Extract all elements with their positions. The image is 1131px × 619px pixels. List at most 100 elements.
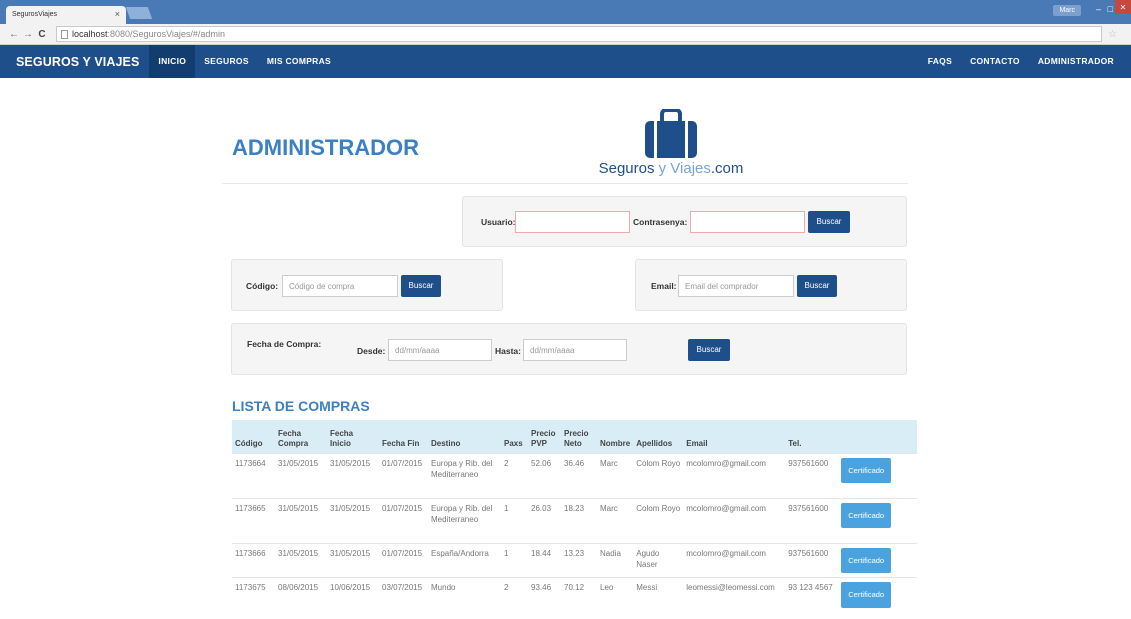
site-navbar: SEGUROS Y VIAJES INICIO SEGUROS MIS COMP… (0, 45, 1131, 78)
logo-text-com: .com (710, 160, 744, 177)
certificado-button[interactable]: Certificado (841, 502, 892, 528)
cell-precio-pvp: 26.03 (528, 497, 561, 543)
new-tab-button[interactable] (125, 7, 153, 19)
col-header: Código (235, 438, 263, 448)
maximize-icon[interactable]: □ (1108, 4, 1113, 14)
browser-user-badge[interactable]: Marc (1053, 5, 1081, 16)
codigo-input[interactable]: Código de compra (282, 275, 398, 297)
certificado-button[interactable]: Certificado (841, 547, 892, 573)
nav-inicio[interactable]: INICIO (149, 45, 196, 78)
code-search-panel: Código: Código de compra Buscar (231, 259, 503, 311)
tab-close-icon[interactable]: × (115, 9, 120, 19)
cell-codigo: 1173666 (232, 542, 275, 578)
cell-apellidos: Agudo Naser (633, 542, 684, 578)
fecha-buscar-button[interactable]: Buscar (688, 339, 730, 361)
cell-fecha-compra: 31/05/2015 (275, 542, 327, 578)
usuario-label: Usuario: (481, 217, 516, 227)
usuario-input[interactable] (515, 211, 630, 233)
cell-tel: 937561600 (785, 497, 839, 543)
cell-nombre: Nadia (597, 542, 634, 578)
login-buscar-button[interactable]: Buscar (808, 211, 850, 233)
col-header: Fecha Compra (278, 428, 309, 448)
desde-label: Desde: (357, 346, 386, 356)
table-row: 1173665 31/05/2015 31/05/2015 01/07/2015… (232, 497, 917, 543)
forward-icon[interactable]: → (22, 29, 34, 40)
col-header: Fecha Inicio (330, 428, 354, 448)
col-header: Destino (431, 438, 461, 448)
hasta-date-input[interactable]: dd/mm/aaaa (523, 339, 627, 361)
tab-title: SegurosViajes (12, 11, 58, 18)
bookmark-star-icon[interactable]: ☆ (1108, 29, 1117, 40)
hasta-label: Hasta: (495, 346, 521, 356)
email-buscar-button[interactable]: Buscar (797, 275, 837, 297)
cell-destino: España/Andorra (428, 542, 501, 578)
logo-text-y-viajes: y Viajes (654, 160, 711, 177)
cell-fecha-compra: 31/05/2015 (275, 452, 327, 498)
table-row: 1173666 31/05/2015 31/05/2015 01/07/2015… (232, 542, 917, 578)
table-header-row: Código Fecha Compra Fecha Inicio Fecha F… (232, 420, 917, 453)
contrasenya-label: Contrasenya: (633, 217, 688, 227)
cell-fecha-fin: 01/07/2015 (379, 497, 428, 543)
cell-nombre: Marc (597, 497, 634, 543)
cell-fecha-inicio: 10/06/2015 (327, 577, 379, 612)
cell-action: Certificado (838, 542, 917, 578)
cell-email: mcolomro@gmail.com (683, 452, 786, 498)
url-path: :8080/SegurosViajes/#/admin (107, 29, 225, 39)
brand-link[interactable]: SEGUROS Y VIAJES (0, 55, 149, 69)
email-input[interactable]: Email del comprador (678, 275, 794, 297)
cell-fecha-compra: 08/06/2015 (275, 577, 327, 612)
cell-tel: 937561600 (785, 542, 839, 578)
nav-seguros[interactable]: SEGUROS (195, 45, 258, 78)
cell-email: mcolomro@gmail.com (683, 542, 786, 578)
contrasenya-input[interactable] (690, 211, 805, 233)
cell-tel: 937561600 (785, 452, 839, 498)
window-close-icon[interactable]: ✕ (1115, 0, 1131, 14)
col-header: Paxs (504, 438, 523, 448)
logo-text: Seguros y Viajes.com (596, 160, 746, 177)
date-search-panel: Fecha de Compra: Desde: dd/mm/aaaa Hasta… (231, 323, 907, 375)
certificado-button[interactable]: Certificado (841, 457, 892, 483)
desde-date-input[interactable]: dd/mm/aaaa (388, 339, 492, 361)
cell-precio-pvp: 18.44 (528, 542, 561, 578)
cell-precio-neto: 70.12 (561, 577, 597, 612)
cell-codigo: 1173664 (232, 452, 275, 498)
cell-nombre: Marc (597, 452, 634, 498)
codigo-label: Código: (246, 281, 279, 291)
cell-paxs: 2 (501, 577, 528, 612)
cell-action: Certificado (838, 497, 917, 543)
reload-icon[interactable]: C (36, 29, 48, 40)
email-label: Email: (651, 281, 677, 291)
purchases-table: Código Fecha Compra Fecha Inicio Fecha F… (232, 420, 917, 612)
certificado-button[interactable]: Certificado (841, 582, 892, 608)
address-bar-row: ← → C localhost:8080/SegurosViajes/#/adm… (0, 24, 1131, 45)
col-header: Precio Neto (564, 428, 589, 448)
table-row: 1173664 31/05/2015 31/05/2015 01/07/2015… (232, 452, 917, 498)
cell-precio-neto: 13.23 (561, 542, 597, 578)
url-field[interactable]: localhost:8080/SegurosViajes/#/admin (56, 26, 1103, 42)
back-icon[interactable]: ← (8, 29, 20, 40)
cell-fecha-inicio: 31/05/2015 (327, 452, 379, 498)
nav-mis-compras[interactable]: MIS COMPRAS (258, 45, 340, 78)
page-title: ADMINISTRADOR (232, 135, 419, 160)
cell-fecha-fin: 03/07/2015 (379, 577, 428, 612)
browser-tab[interactable]: SegurosViajes × (6, 6, 126, 24)
table-row: 1173675 08/06/2015 10/06/2015 03/07/2015… (232, 577, 917, 612)
col-header (838, 420, 917, 453)
nav-administrador[interactable]: ADMINISTRADOR (1029, 45, 1123, 78)
cell-precio-neto: 18.23 (561, 497, 597, 543)
nav-faqs[interactable]: FAQS (919, 45, 961, 78)
cell-fecha-compra: 31/05/2015 (275, 497, 327, 543)
minimize-icon[interactable]: – (1096, 4, 1101, 14)
cell-action: Certificado (838, 577, 917, 612)
cell-paxs: 2 (501, 452, 528, 498)
cell-precio-neto: 36.46 (561, 452, 597, 498)
cell-apellidos: Colom Royo (633, 497, 684, 543)
nav-contacto[interactable]: CONTACTO (961, 45, 1029, 78)
cell-fecha-fin: 01/07/2015 (379, 542, 428, 578)
header-divider (222, 183, 908, 184)
col-header: Tel. (788, 438, 802, 448)
cell-fecha-inicio: 31/05/2015 (327, 497, 379, 543)
page-icon (61, 29, 68, 39)
codigo-buscar-button[interactable]: Buscar (401, 275, 441, 297)
cell-apellidos: Colom Royo (633, 452, 684, 498)
